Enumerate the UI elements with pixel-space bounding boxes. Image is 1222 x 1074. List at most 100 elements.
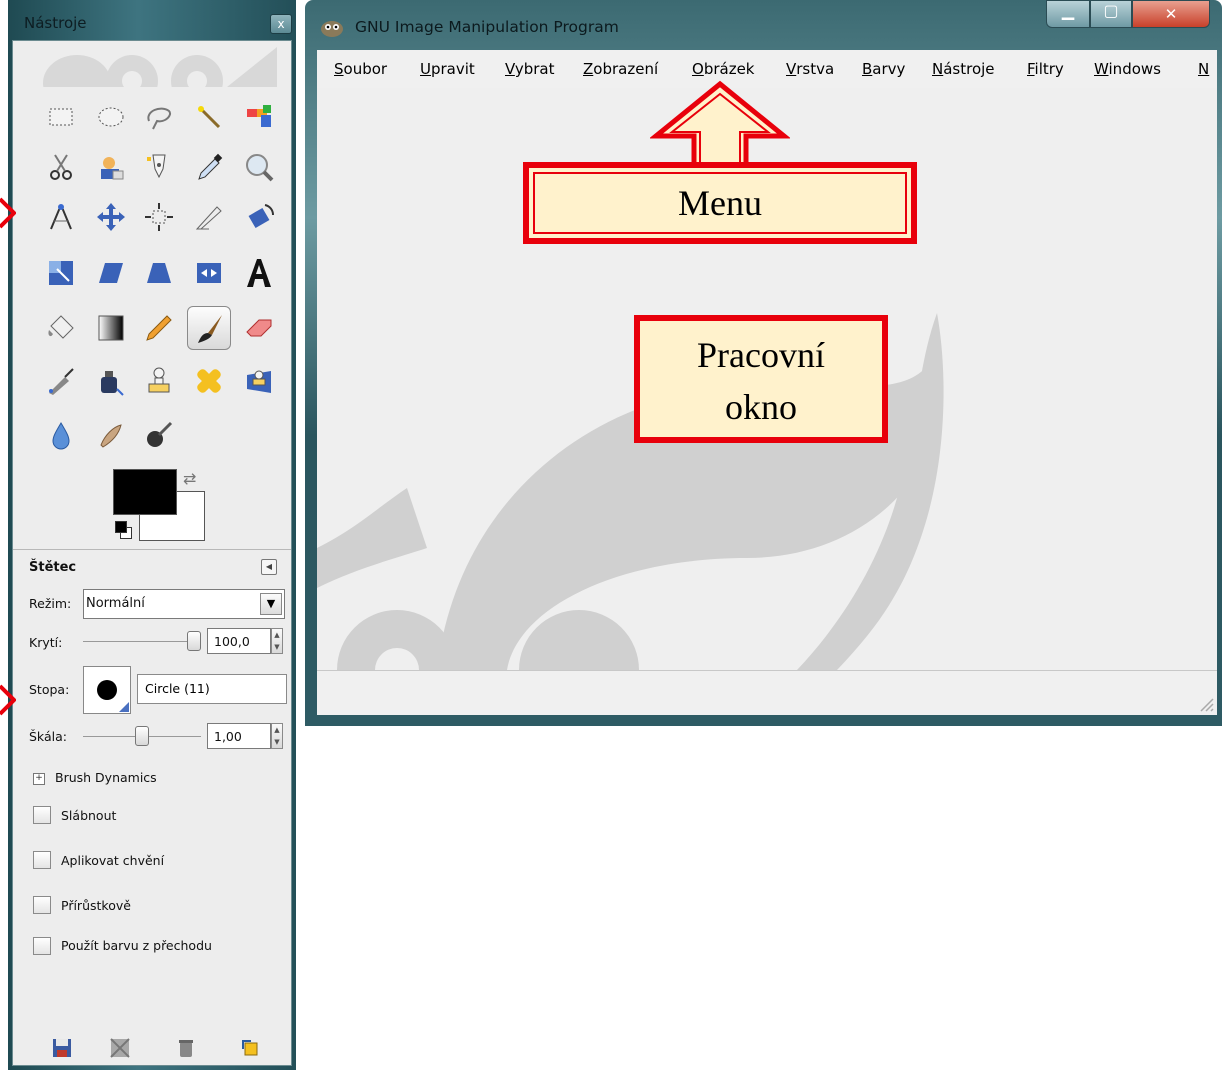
menu-windows[interactable]: Windows [1094, 60, 1161, 78]
chevron-down-icon[interactable]: ▼ [260, 593, 282, 615]
airbrush-tool[interactable] [39, 359, 83, 403]
toolbox-window: Nástroje x ⇄ Štětec ◀ Režim: Normální ▼ … [8, 0, 296, 1070]
menu-upravit[interactable]: Upravit [420, 60, 475, 78]
resize-grip-icon[interactable] [1193, 691, 1215, 713]
scale-value: 1,00 [214, 729, 242, 744]
jitter-checkbox[interactable] [33, 851, 51, 869]
eraser-tool[interactable] [237, 306, 281, 350]
menu-filtry[interactable]: Filtry [1027, 60, 1064, 78]
scale-tool[interactable] [39, 251, 83, 295]
menu-zobrazeni[interactable]: Zobrazení [583, 60, 658, 78]
airbrush-icon [49, 368, 74, 395]
up-arrow-icon [650, 80, 790, 172]
menu-callout-text: Menu [678, 183, 762, 223]
crop-tool[interactable] [187, 195, 231, 239]
fuzzy-select-tool[interactable] [187, 95, 231, 139]
save-options-icon[interactable] [51, 1037, 73, 1059]
menu-nastroje[interactable]: Nástroje [932, 60, 995, 78]
minimize-button[interactable]: ▁ [1046, 0, 1090, 28]
smudge-tool[interactable] [89, 413, 133, 457]
incremental-checkbox[interactable] [33, 896, 51, 914]
opacity-spin-arrows-icon[interactable]: ▲ ▼ [271, 628, 283, 654]
mode-select[interactable]: Normální ▼ [83, 589, 285, 619]
menu-vybrat[interactable]: Vybrat [505, 60, 555, 78]
menu-barvy[interactable]: Barvy [862, 60, 905, 78]
heal-tool[interactable] [187, 359, 231, 403]
dodge-burn-icon [147, 421, 173, 447]
smudge-finger-icon [100, 424, 122, 448]
select-by-color-tool[interactable] [237, 95, 281, 139]
delete-options-icon[interactable] [175, 1037, 197, 1059]
rect-select-tool[interactable] [39, 95, 83, 139]
reset-options-icon[interactable] [239, 1037, 261, 1059]
scale-spin-arrows-icon[interactable]: ▲ ▼ [271, 723, 283, 749]
scale-spinbox[interactable]: 1,00 [207, 723, 271, 749]
ink-bottle-icon [101, 371, 124, 396]
gimp-logo-icon [321, 21, 343, 37]
brush-dynamics-label[interactable]: Brush Dynamics [55, 770, 157, 785]
menu-obrazek[interactable]: Obrázek [692, 60, 754, 78]
rotate-icon [248, 204, 275, 229]
pencil-tool[interactable] [137, 306, 181, 350]
opacity-slider-track[interactable] [83, 641, 201, 642]
maximize-button[interactable]: ▢ [1090, 0, 1132, 28]
paintbrush-tool[interactable] [187, 306, 231, 350]
gradient-color-checkbox[interactable] [33, 937, 51, 955]
ink-tool[interactable] [89, 359, 133, 403]
work-area-callout-line2: okno [725, 387, 797, 427]
left-arrow-tip-icon [0, 197, 16, 229]
flip-tool[interactable] [187, 251, 231, 295]
menu-soubor[interactable]: Soubor [334, 60, 387, 78]
menu-next[interactable]: N [1198, 60, 1209, 78]
shear-icon [99, 263, 123, 283]
clone-tool[interactable] [137, 359, 181, 403]
text-tool[interactable] [237, 251, 281, 295]
perspective-clone-tool[interactable] [237, 359, 281, 403]
opacity-label: Krytí: [29, 635, 63, 650]
color-picker-tool[interactable] [187, 145, 231, 189]
foreground-select-tool[interactable] [89, 145, 133, 189]
bandage-icon [197, 369, 221, 393]
scale-slider-handle[interactable] [135, 726, 149, 746]
wilber-logo-icon [43, 47, 277, 87]
zoom-tool[interactable] [237, 145, 281, 189]
pen-path-icon [147, 154, 166, 179]
rotate-tool[interactable] [237, 195, 281, 239]
restore-options-icon[interactable] [109, 1037, 131, 1059]
opacity-slider-handle[interactable] [187, 631, 201, 651]
expand-plus-icon[interactable]: + [33, 773, 45, 785]
opacity-spinbox[interactable]: 100,0 [207, 628, 271, 654]
fade-checkbox[interactable] [33, 806, 51, 824]
blend-tool[interactable] [89, 306, 133, 350]
align-tool[interactable] [137, 195, 181, 239]
status-bar [317, 670, 1217, 715]
brush-label: Stopa: [29, 682, 70, 697]
ellipse-select-tool[interactable] [89, 95, 133, 139]
brush-preview-button[interactable] [83, 666, 131, 714]
menu-vrstva[interactable]: Vrstva [786, 60, 834, 78]
paintbrush-icon [198, 315, 222, 343]
ellipse-select-icon [98, 107, 124, 127]
swap-colors-icon[interactable]: ⇄ [183, 469, 196, 488]
eyedropper-icon [198, 153, 223, 180]
scissors-select-tool[interactable] [39, 145, 83, 189]
paths-tool[interactable] [137, 145, 181, 189]
jitter-label: Aplikovat chvění [61, 853, 165, 868]
eraser-icon [246, 319, 272, 337]
foreground-color-swatch[interactable] [113, 469, 177, 515]
brush-name-field[interactable]: Circle (11) [137, 674, 287, 704]
select-by-color-icon [247, 105, 271, 127]
tool-options-menu-icon[interactable]: ◀ [261, 559, 277, 575]
blur-sharpen-tool[interactable] [39, 413, 83, 457]
bucket-fill-tool[interactable] [39, 306, 83, 350]
measure-tool[interactable] [39, 195, 83, 239]
shear-tool[interactable] [89, 251, 133, 295]
perspective-tool[interactable] [137, 251, 181, 295]
dodge-burn-tool[interactable] [137, 413, 181, 457]
left-arrow-tip-icon-2 [0, 684, 16, 716]
default-colors-icon[interactable] [115, 521, 127, 533]
move-tool[interactable] [89, 195, 133, 239]
toolbox-close-button[interactable]: x [270, 14, 292, 34]
free-select-tool[interactable] [137, 95, 181, 139]
close-button[interactable]: ✕ [1132, 0, 1210, 28]
